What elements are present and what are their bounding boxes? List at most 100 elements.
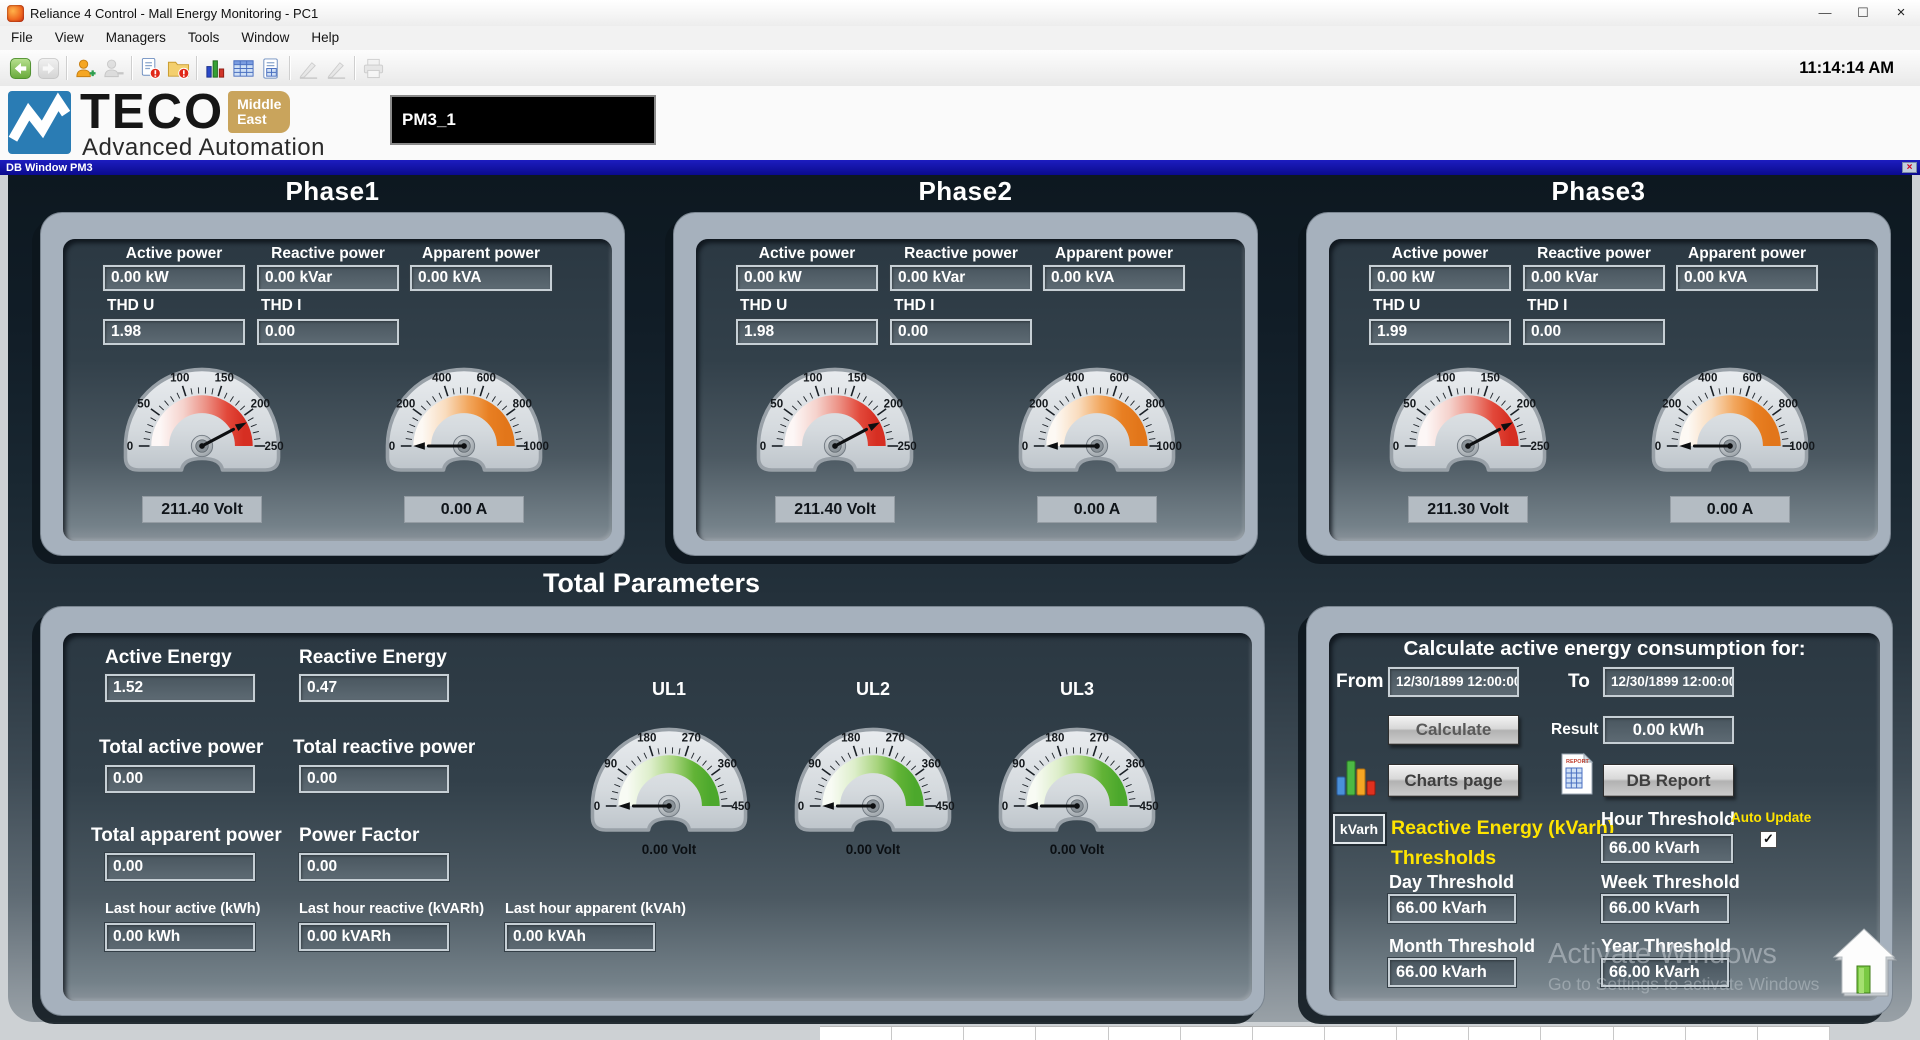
svg-text:270: 270 xyxy=(682,732,701,744)
svg-text:1000: 1000 xyxy=(1156,441,1182,453)
hour-threshold-label: Hour Threshold xyxy=(1601,809,1735,830)
bar-chart-icon[interactable] xyxy=(201,54,229,82)
svg-text:0: 0 xyxy=(594,801,600,813)
active-power-label: Active power xyxy=(103,245,245,263)
forward-icon[interactable] xyxy=(34,54,62,82)
report-icon[interactable]: REPORT xyxy=(1560,752,1594,801)
svg-text:0: 0 xyxy=(1002,801,1008,813)
window-titlebar: Reliance 4 Control - Mall Energy Monitor… xyxy=(0,0,1920,27)
remove-user-icon[interactable] xyxy=(99,54,127,82)
svg-text:180: 180 xyxy=(1045,732,1064,744)
folder-alert-icon[interactable] xyxy=(164,54,192,82)
data-table-icon[interactable] xyxy=(229,54,257,82)
current-gauge: 02004006008001000 xyxy=(375,357,553,479)
reactive-power-field: 0.00 kVar xyxy=(1523,265,1665,291)
power-factor-field: 0.00 xyxy=(299,853,449,881)
phase-panel: Phase1 Active power 0.00 kW Reactive pow… xyxy=(40,176,625,556)
menu-managers[interactable]: Managers xyxy=(95,26,177,50)
ul-voltage-gauge: 090180270360450 xyxy=(988,717,1166,839)
thd-u-label: THD U xyxy=(1373,297,1420,315)
db-close-icon[interactable]: × xyxy=(1902,162,1917,173)
toolbar: 11:14:14 AM xyxy=(0,50,1920,87)
hour-threshold-field[interactable]: 66.00 kVarh xyxy=(1601,834,1733,863)
maximize-button[interactable]: ☐ xyxy=(1844,0,1882,26)
minimize-button[interactable]: — xyxy=(1806,0,1844,26)
ul-voltage-gauge: 090180270360450 xyxy=(580,717,758,839)
calc-panel: Calculate active energy consumption for:… xyxy=(1306,606,1893,1016)
svg-text:250: 250 xyxy=(1530,441,1549,453)
menu-file[interactable]: File xyxy=(0,26,44,50)
sign-2-icon[interactable] xyxy=(322,54,350,82)
svg-text:270: 270 xyxy=(1090,732,1109,744)
menu-window[interactable]: Window xyxy=(230,26,300,50)
result-label: Result xyxy=(1551,721,1598,739)
calculate-button[interactable]: Calculate xyxy=(1388,715,1519,745)
thd-i-label: THD I xyxy=(1527,297,1567,315)
svg-text:800: 800 xyxy=(513,399,532,411)
device-tag[interactable]: PM3_1 xyxy=(390,95,656,145)
brand-name: TECO xyxy=(80,86,224,138)
month-threshold-field[interactable]: 66.00 kVarh xyxy=(1388,958,1516,987)
active-power-field: 0.00 kW xyxy=(736,265,878,291)
voltage-gauge: 050100150200250 xyxy=(1379,357,1557,479)
phase-panel: Phase2 Active power 0.00 kW Reactive pow… xyxy=(673,176,1258,556)
printer-icon[interactable] xyxy=(359,54,387,82)
svg-text:0: 0 xyxy=(798,801,804,813)
kvarh-button[interactable]: kVarh xyxy=(1333,814,1385,844)
charts-page-button[interactable]: Charts page xyxy=(1388,764,1519,797)
to-label: To xyxy=(1568,671,1590,693)
close-button[interactable]: × xyxy=(1882,0,1920,26)
year-threshold-field[interactable]: 66.00 kVarh xyxy=(1601,958,1729,987)
apparent-power-field: 0.00 kVA xyxy=(1043,265,1185,291)
thd-u-field: 1.99 xyxy=(1369,319,1511,345)
svg-text:100: 100 xyxy=(170,372,189,384)
phase-frame: Active power 0.00 kW Reactive power 0.00… xyxy=(40,212,625,556)
menu-tools[interactable]: Tools xyxy=(177,26,231,50)
document-alert-icon[interactable] xyxy=(136,54,164,82)
from-date-field[interactable]: 12/30/1899 12:00:00 AM xyxy=(1388,667,1519,697)
active-energy-field: 1.52 xyxy=(105,674,255,702)
day-threshold-field[interactable]: 66.00 kVarh xyxy=(1388,894,1516,923)
menu-view[interactable]: View xyxy=(44,26,95,50)
year-threshold-label: Year Threshold xyxy=(1601,936,1731,957)
phase-title: Phase3 xyxy=(1306,176,1891,210)
svg-text:1000: 1000 xyxy=(523,441,549,453)
week-threshold-label: Week Threshold xyxy=(1601,872,1740,893)
svg-text:200: 200 xyxy=(1662,399,1681,411)
db-report-button[interactable]: DB Report xyxy=(1603,764,1734,797)
total-apparent-power-label: Total apparent power xyxy=(91,825,282,847)
thd-i-label: THD I xyxy=(261,297,301,315)
thresholds-title-line2: Thresholds xyxy=(1391,847,1496,870)
svg-text:600: 600 xyxy=(477,372,496,384)
ul-voltage-display: 0.00 Volt xyxy=(988,842,1166,857)
total-panel: Active Energy 1.52 Reactive Energy 0.47 … xyxy=(40,606,1265,1016)
svg-text:400: 400 xyxy=(1065,372,1084,384)
teco-logo-icon xyxy=(8,91,71,154)
svg-text:360: 360 xyxy=(922,759,941,771)
add-user-icon[interactable] xyxy=(71,54,99,82)
apparent-power-label: Apparent power xyxy=(410,245,552,263)
auto-update-checkbox[interactable]: ✓ xyxy=(1760,831,1777,848)
week-threshold-field[interactable]: 66.00 kVarh xyxy=(1601,894,1729,923)
chart-icon[interactable] xyxy=(1334,755,1378,804)
back-icon[interactable] xyxy=(6,54,34,82)
power-factor-label: Power Factor xyxy=(299,825,419,847)
auto-update-label: Auto Update xyxy=(1731,810,1811,825)
total-apparent-power-field: 0.00 xyxy=(105,853,255,881)
last-hour-active-label: Last hour active (kWh) xyxy=(105,901,261,917)
svg-text:100: 100 xyxy=(1436,372,1455,384)
thd-u-field: 1.98 xyxy=(736,319,878,345)
ul-voltage-gauge: 090180270360450 xyxy=(784,717,962,839)
report-document-icon[interactable] xyxy=(257,54,285,82)
ul-voltage-display: 0.00 Volt xyxy=(580,842,758,857)
last-hour-apparent-label: Last hour apparent (kVAh) xyxy=(505,901,686,917)
total-reactive-power-field: 0.00 xyxy=(299,765,449,793)
phase-frame: Active power 0.00 kW Reactive power 0.00… xyxy=(1306,212,1891,556)
db-window-title: DB Window PM3 xyxy=(0,162,93,174)
to-date-field[interactable]: 12/30/1899 12:00:00 AM xyxy=(1603,667,1734,697)
svg-text:450: 450 xyxy=(731,801,750,813)
menu-help[interactable]: Help xyxy=(300,26,350,50)
home-icon[interactable] xyxy=(1828,926,1900,1000)
current-gauge: 02004006008001000 xyxy=(1641,357,1819,479)
sign-icon[interactable] xyxy=(294,54,322,82)
